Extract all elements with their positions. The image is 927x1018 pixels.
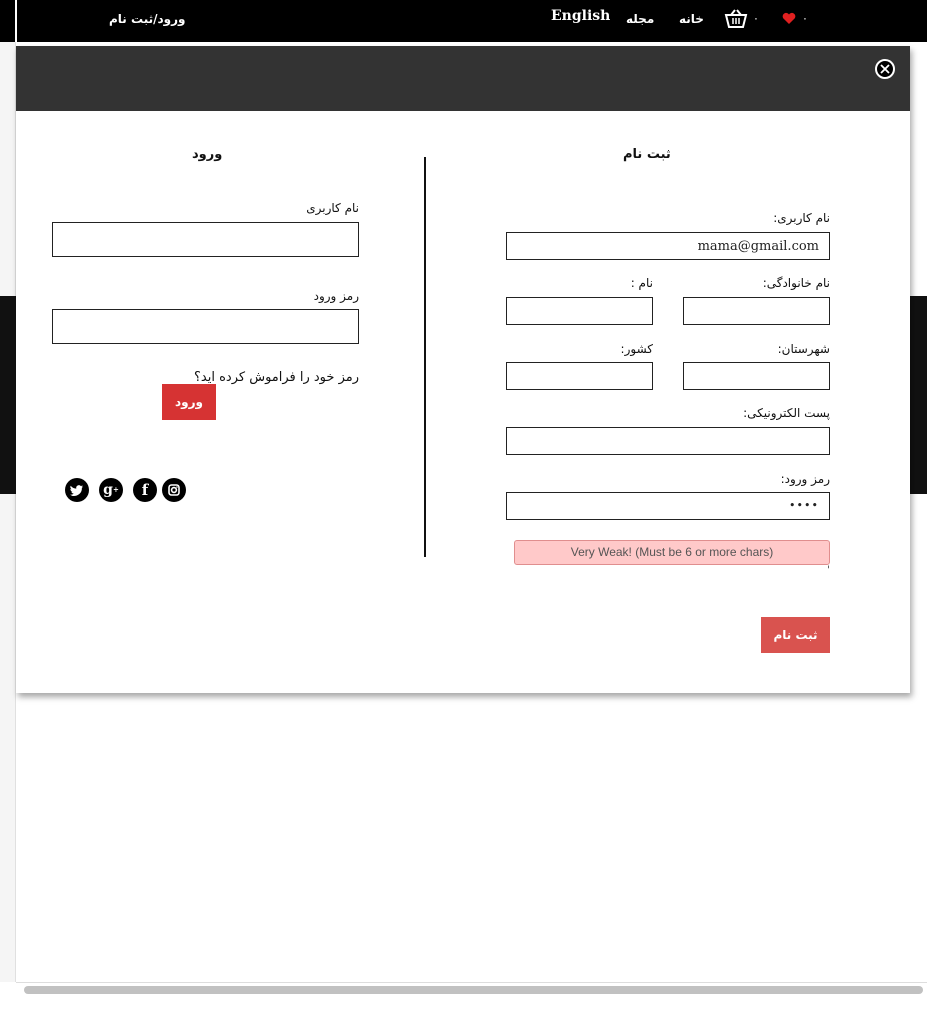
register-password-label: رمز ورود: [780,472,830,486]
page-bottom-line [16,982,927,983]
lastname-label: نام خانوادگی: [762,276,830,290]
modal-header [16,46,910,111]
register-username-label: نام کاربری: [773,211,830,225]
register-username-input[interactable] [506,232,830,260]
forgot-password-link[interactable]: رمز خود را فراموش کرده اید؟ [194,370,359,385]
horizontal-scrollbar[interactable] [24,986,923,994]
google-plus-icon[interactable]: g+ [99,478,123,502]
country-input[interactable] [506,362,653,390]
page-background-block [0,296,16,494]
login-button[interactable]: ورود [162,384,216,420]
nav-divider [15,0,17,42]
email-label: پست الکترونیکی: [743,406,830,420]
page-left-edge [0,42,16,982]
auth-modal: ثبت نام نام کاربری: نام خانوادگی: نام : … [16,46,910,693]
instagram-icon[interactable] [162,478,186,502]
cart-count: ۰ [753,12,759,25]
wishlist-count: ۰ [802,12,808,25]
login-username-input[interactable] [52,222,359,257]
login-username-label: نام کاربری [306,201,359,215]
firstname-label: نام : [630,276,653,290]
strength-tick: ' [827,565,830,576]
password-strength-indicator: (Very Weak! (Must be 6 or more chars [514,540,830,565]
city-input[interactable] [683,362,830,390]
firstname-input[interactable] [506,297,653,325]
english-link[interactable]: English [551,8,610,24]
heart-icon[interactable] [782,10,796,29]
magazine-link[interactable]: مجله [626,12,654,26]
facebook-icon[interactable]: f [133,478,157,502]
home-link[interactable]: خانه [679,12,704,26]
login-register-link[interactable]: ورود/ثبت نام [109,12,185,26]
register-button[interactable]: ثبت نام [761,617,830,653]
register-title: ثبت نام [623,147,671,162]
cart-icon[interactable] [724,8,748,34]
city-label: شهرستان: [777,342,830,356]
email-field[interactable] [506,427,830,455]
login-password-input[interactable] [52,309,359,344]
register-password-input[interactable]: •••• [506,492,830,520]
lastname-input[interactable] [683,297,830,325]
login-password-label: رمز ورود [313,289,359,303]
twitter-icon[interactable] [65,478,89,502]
country-label: کشور: [620,342,653,356]
login-title: ورود [192,147,223,162]
page-background-block [910,296,927,494]
section-divider [424,157,426,557]
close-icon[interactable] [875,59,895,79]
